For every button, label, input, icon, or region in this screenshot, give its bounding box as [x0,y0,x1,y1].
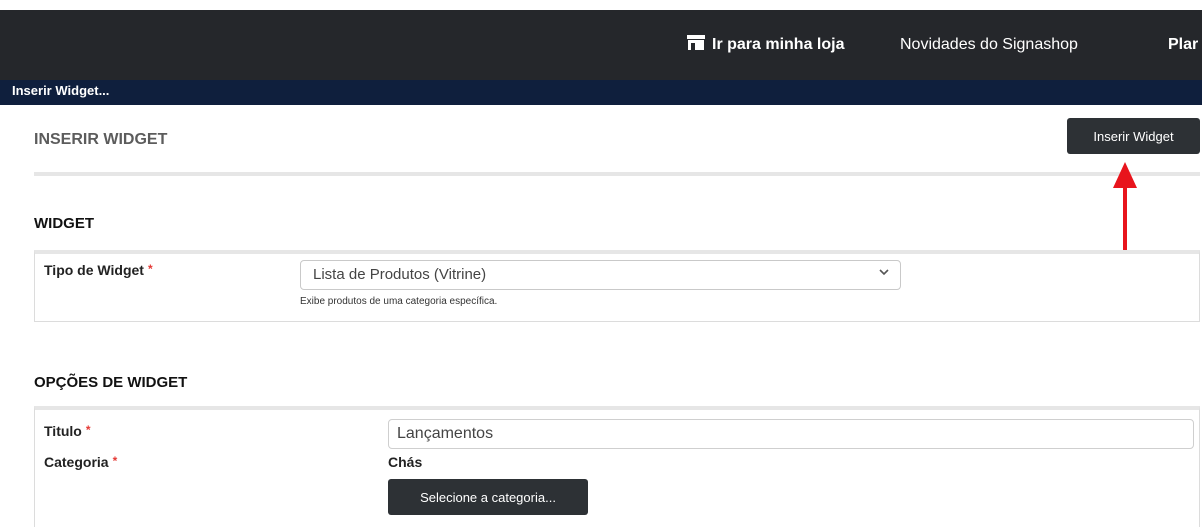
chevron-down-icon [878,266,890,281]
news-link[interactable]: Novidades do Signashop [900,10,1078,80]
store-link-label: Ir para minha loja [712,36,845,53]
insert-widget-button[interactable]: Inserir Widget [1067,118,1200,154]
options-section-title: OPÇÕES DE WIDGET [34,374,188,391]
category-label: Categoria * [44,454,118,470]
required-mark: * [112,454,118,468]
widget-type-value: Lista de Produtos (Vitrine) [313,266,487,283]
header-divider [34,172,1200,176]
widget-type-help: Exibe produtos de uma categoria específi… [300,296,498,307]
store-icon [686,34,706,56]
plans-link[interactable]: Plar [1168,10,1198,80]
breadcrumb-bar: Inserir Widget... [0,80,1202,105]
top-navbar: Ir para minha loja Novidades do Signasho… [0,10,1202,80]
required-mark: * [147,262,153,276]
store-link[interactable]: Ir para minha loja [686,10,844,80]
category-value: Chás [388,454,423,470]
required-mark: * [85,423,91,437]
page-title: INSERIR WIDGET [34,131,168,148]
select-category-button[interactable]: Selecione a categoria... [388,479,588,515]
widget-type-select[interactable]: Lista de Produtos (Vitrine) [300,260,901,290]
breadcrumb: Inserir Widget... [12,83,110,98]
widget-type-label: Tipo de Widget * [44,262,153,278]
title-input[interactable] [388,419,1194,449]
title-label: Titulo * [44,423,91,439]
widget-section-title: WIDGET [34,215,94,232]
